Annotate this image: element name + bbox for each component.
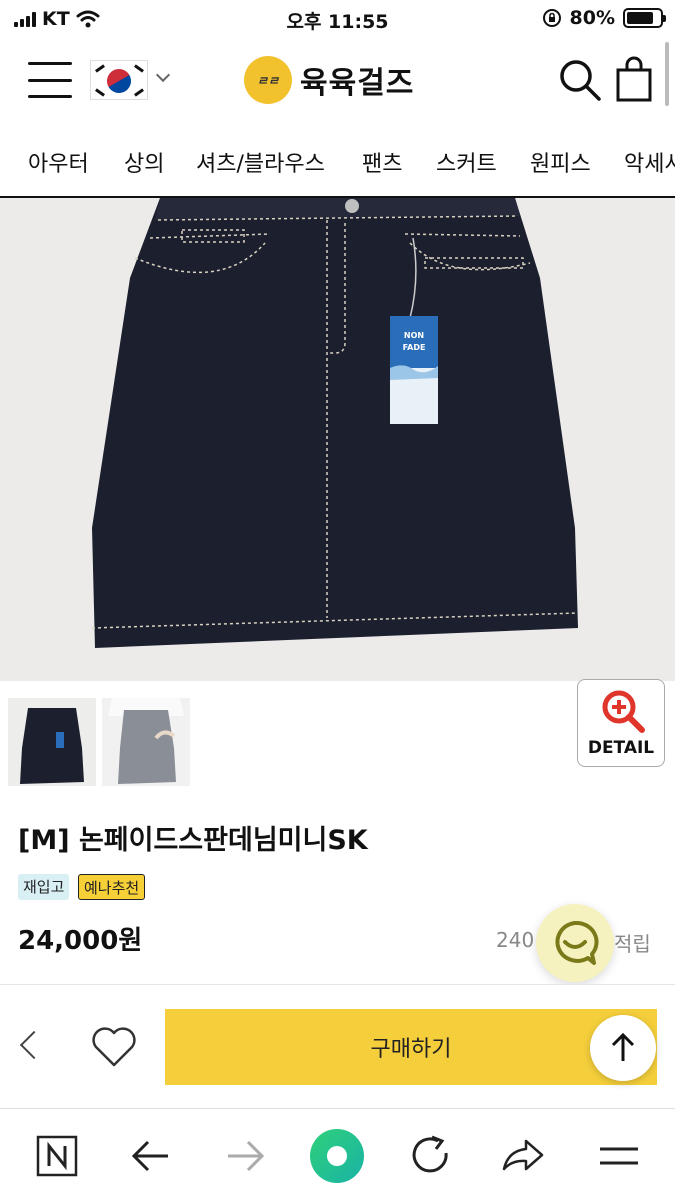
back-arrow-icon[interactable] xyxy=(128,1133,174,1179)
rotation-lock-icon xyxy=(542,9,561,27)
green-home-button-icon[interactable] xyxy=(308,1127,366,1185)
category-outer[interactable]: 아우터 xyxy=(28,146,89,178)
site-logo[interactable]: ㄹㄹ 육육걸즈 xyxy=(244,56,414,104)
korea-flag-icon[interactable] xyxy=(90,60,148,100)
search-icon[interactable] xyxy=(558,58,602,102)
product-thumbnail[interactable] xyxy=(102,698,190,786)
chat-button[interactable] xyxy=(536,904,614,982)
badge-recommended: 예나추천 xyxy=(78,874,146,900)
heart-icon[interactable] xyxy=(90,1025,138,1069)
status-bar: KT 오후 11:55 80% xyxy=(0,0,675,38)
category-nav: 아우터 상의 셔츠/블라우스 팬츠 스커트 원피스 악세사 xyxy=(0,128,675,198)
points-label: 적립 xyxy=(614,932,651,956)
chat-bubble-icon xyxy=(555,920,599,965)
zoom-in-icon xyxy=(602,690,645,733)
product-price: 24,000원 xyxy=(18,926,143,956)
site-header: ㄹㄹ 육육걸즈 xyxy=(0,38,675,128)
product-thumbnail[interactable] xyxy=(8,698,96,786)
category-pants[interactable]: 팬츠 xyxy=(362,146,402,178)
hamburger-icon[interactable] xyxy=(28,62,72,98)
category-accessories[interactable]: 악세사 xyxy=(624,146,675,178)
menu-icon[interactable] xyxy=(596,1133,642,1179)
scroll-top-button[interactable] xyxy=(590,1015,656,1081)
points-amount: 240 xyxy=(496,928,535,952)
product-title: [M] 논페이드스판데님미니SK xyxy=(18,825,368,856)
chevron-down-icon[interactable] xyxy=(155,67,171,83)
category-top[interactable]: 상의 xyxy=(124,146,164,178)
battery-group: 80% xyxy=(542,7,666,29)
product-main-image[interactable]: NON FADE xyxy=(0,198,675,681)
detail-zoom-button[interactable]: DETAIL xyxy=(577,679,665,767)
battery-percent: 80% xyxy=(569,7,615,29)
buy-button[interactable]: 구매하기 xyxy=(165,1009,657,1085)
scroll-indicator xyxy=(665,42,669,106)
tag-text-fade: FADE xyxy=(403,343,426,352)
badge-restock: 재입고 xyxy=(18,874,70,900)
category-skirt[interactable]: 스커트 xyxy=(436,146,497,178)
shopping-bag-icon[interactable] xyxy=(614,56,654,102)
tag-text-non: NON xyxy=(404,331,424,340)
category-dress[interactable]: 원피스 xyxy=(530,146,591,178)
logo-mark: ㄹㄹ xyxy=(244,56,292,104)
category-shirts-blouses[interactable]: 셔츠/블라우스 xyxy=(196,146,325,178)
browser-toolbar xyxy=(0,1108,675,1200)
naver-home-icon[interactable] xyxy=(34,1133,80,1179)
forward-arrow-icon[interactable] xyxy=(222,1133,268,1179)
share-icon[interactable] xyxy=(500,1133,546,1179)
denim-skirt-illustration: NON FADE xyxy=(91,198,579,648)
purchase-bar: 구매하기 xyxy=(0,984,675,1108)
battery-icon xyxy=(623,8,666,28)
arrow-up-icon xyxy=(611,1032,635,1061)
logo-text: 육육걸즈 xyxy=(300,66,415,101)
detail-label: DETAIL xyxy=(587,738,655,758)
chevron-left-icon[interactable] xyxy=(19,1030,49,1060)
refresh-icon[interactable] xyxy=(408,1133,454,1179)
